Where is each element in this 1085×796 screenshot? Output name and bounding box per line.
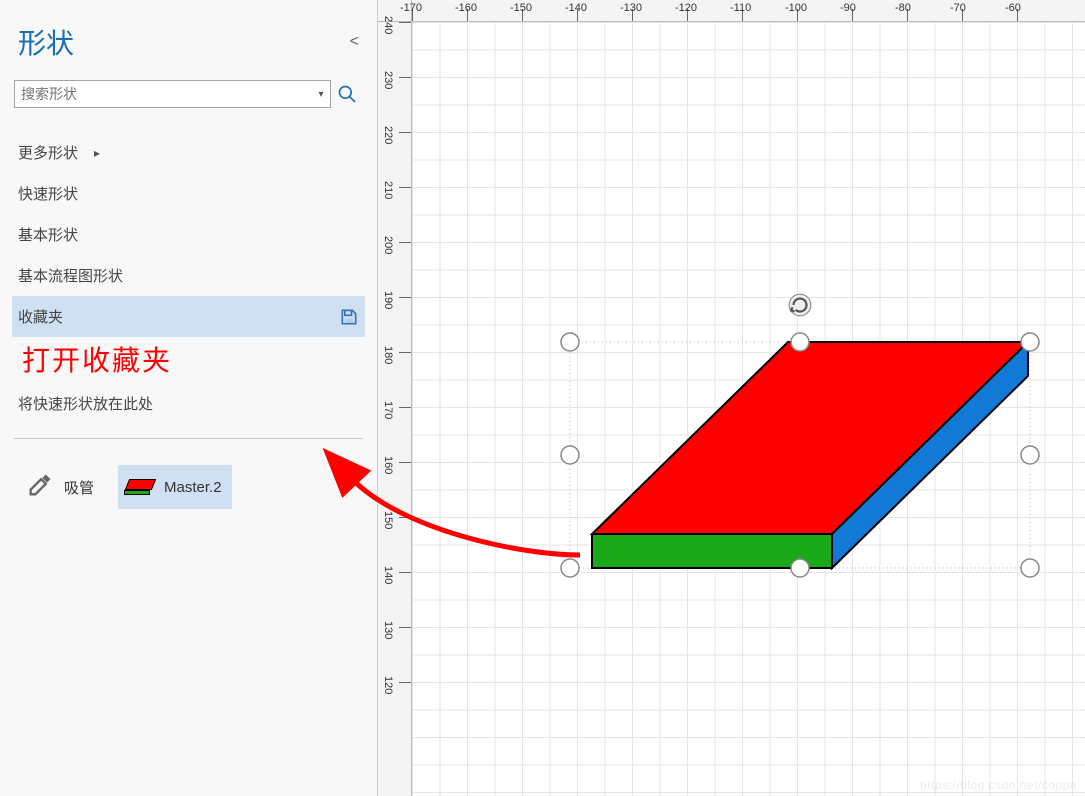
ruler-tick: -140 (565, 2, 587, 14)
ruler-tick: 240 (382, 16, 394, 34)
ruler-horizontal: -170 -160 -150 -140 -130 -120 -110 -100 … (412, 0, 1085, 22)
ruler-tick: 160 (382, 456, 394, 474)
handle-s[interactable] (791, 559, 809, 577)
category-label: 收藏夹 (18, 306, 63, 327)
ruler-tick: 200 (382, 236, 394, 254)
category-basic-shapes[interactable]: 基本形状 (14, 214, 363, 255)
ruler-tick: -90 (840, 2, 856, 14)
handle-nw[interactable] (561, 333, 579, 351)
chevron-right-icon: ▸ (94, 146, 100, 160)
shape-eyedropper[interactable]: 吸管 (26, 471, 94, 503)
ruler-tick: 220 (382, 126, 394, 144)
handle-sw[interactable] (561, 559, 579, 577)
handle-se[interactable] (1021, 559, 1039, 577)
shape-label: Master.2 (164, 479, 222, 496)
category-label: 快速形状 (18, 183, 78, 204)
search-button[interactable] (331, 80, 363, 108)
divider (14, 438, 363, 439)
shape-label: 吸管 (64, 477, 94, 498)
category-label: 基本流程图形状 (18, 265, 123, 286)
shapes-panel: 形状 < ▾ 更多形状 ▸ 快速形状 基本形状 基本流程图形状 (0, 0, 378, 796)
handle-w[interactable] (561, 446, 579, 464)
ruler-tick: 150 (382, 511, 394, 529)
quick-shapes-drop-hint: 将快速形状放在此处 (0, 389, 377, 430)
handle-n[interactable] (791, 333, 809, 351)
ruler-tick: 130 (382, 621, 394, 639)
category-label: 基本形状 (18, 224, 78, 245)
ruler-tick: 120 (382, 676, 394, 694)
watermark: https://blog.csdn.net/coppa (920, 778, 1077, 792)
selected-shape-3d-block[interactable] (570, 320, 1030, 580)
ruler-vertical: 240 230 220 210 200 190 180 170 160 150 … (378, 22, 412, 796)
category-quick-shapes[interactable]: 快速形状 (14, 173, 363, 214)
ruler-tick: 170 (382, 401, 394, 419)
ruler-tick: -160 (455, 2, 477, 14)
category-favorites[interactable]: 收藏夹 (12, 296, 365, 337)
save-icon[interactable] (339, 307, 359, 327)
ruler-tick: -150 (510, 2, 532, 14)
search-shapes-input[interactable] (15, 86, 312, 102)
ruler-tick: -80 (895, 2, 911, 14)
master2-thumb-icon (124, 479, 154, 495)
search-icon (337, 84, 357, 104)
collapse-panel-button[interactable]: < (350, 33, 359, 51)
eyedropper-icon (26, 471, 54, 503)
annotation-open-favorites: 打开收藏夹 (0, 337, 377, 389)
ruler-tick: 140 (382, 566, 394, 584)
panel-title: 形状 (18, 22, 74, 62)
ruler-tick: -130 (620, 2, 642, 14)
ruler-tick: 230 (382, 71, 394, 89)
ruler-tick: 210 (382, 181, 394, 199)
ruler-tick: 190 (382, 291, 394, 309)
handle-e[interactable] (1021, 446, 1039, 464)
ruler-tick: 180 (382, 346, 394, 364)
rotate-handle[interactable] (787, 292, 813, 321)
search-dropdown-icon[interactable]: ▾ (312, 89, 330, 100)
handle-ne[interactable] (1021, 333, 1039, 351)
ruler-tick: -60 (1005, 2, 1021, 14)
canvas[interactable]: -170 -160 -150 -140 -130 -120 -110 -100 … (378, 0, 1085, 796)
search-row: ▾ (14, 80, 363, 108)
ruler-tick: -120 (675, 2, 697, 14)
ruler-tick: -100 (785, 2, 807, 14)
category-flowchart-shapes[interactable]: 基本流程图形状 (14, 255, 363, 296)
category-label: 更多形状 (18, 142, 78, 163)
ruler-tick: -170 (400, 2, 422, 14)
ruler-tick: -110 (730, 2, 751, 14)
category-more-shapes[interactable]: 更多形状 ▸ (14, 132, 363, 173)
ruler-tick: -70 (950, 2, 966, 14)
shape-master-2[interactable]: Master.2 (118, 465, 232, 509)
